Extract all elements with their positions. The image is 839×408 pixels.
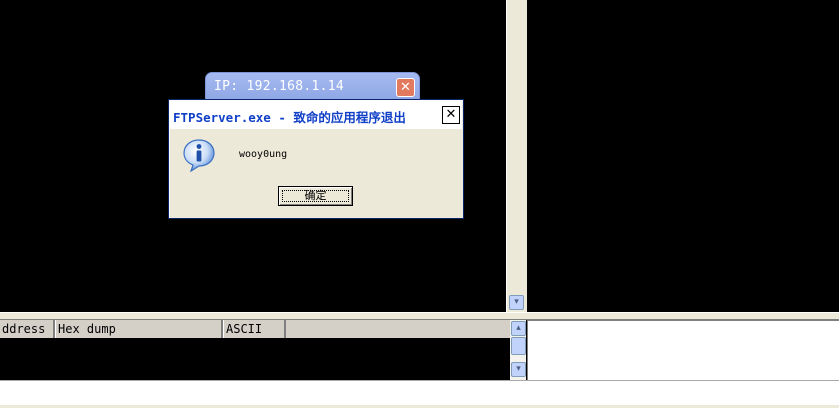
dialog-title: FTPServer.exe - 致命的应用程序退出 — [173, 110, 406, 125]
scroll-thumb[interactable] — [511, 337, 526, 355]
scroll-down-button[interactable]: ▾ — [511, 362, 526, 377]
close-button[interactable]: ✕ — [396, 78, 415, 97]
status-bar — [0, 380, 839, 408]
column-address[interactable]: ddress — [0, 320, 55, 338]
ip-window-title: IP: 192.168.1.14 — [214, 79, 345, 94]
chevron-down-icon: ▾ — [514, 297, 519, 307]
close-icon: ✕ — [445, 107, 457, 122]
column-ascii[interactable]: ASCII — [223, 320, 286, 338]
pane-divider[interactable] — [0, 312, 839, 320]
scroll-up-button[interactable]: ▴ — [511, 321, 526, 336]
dump-body — [0, 338, 510, 380]
chevron-down-icon: ▾ — [516, 364, 521, 374]
close-icon: ✕ — [400, 80, 411, 95]
stack-pane — [527, 320, 839, 380]
info-icon — [183, 139, 215, 172]
ip-window-titlebar[interactable]: IP: 192.168.1.14 ✕ — [205, 72, 420, 102]
dump-scrollbar[interactable]: ▴ ▾ — [510, 320, 526, 380]
focus-ring — [282, 190, 349, 202]
error-dialog: FTPServer.exe - 致命的应用程序退出 ✕ wooy0ung 确定 — [168, 99, 464, 219]
vertical-scrollbar[interactable]: ▾ — [506, 0, 527, 312]
dump-header: ddress Hex dump ASCII — [0, 320, 510, 338]
scroll-down-button[interactable]: ▾ — [509, 295, 524, 310]
column-hex-dump[interactable]: Hex dump — [55, 320, 223, 338]
dialog-message: wooy0ung — [239, 149, 288, 160]
right-pane — [527, 0, 839, 312]
ok-button[interactable]: 确定 — [278, 186, 353, 206]
chevron-up-icon: ▴ — [516, 323, 521, 333]
dialog-close-button[interactable]: ✕ — [442, 106, 460, 124]
dialog-titlebar[interactable]: FTPServer.exe - 致命的应用程序退出 ✕ — [170, 101, 462, 129]
